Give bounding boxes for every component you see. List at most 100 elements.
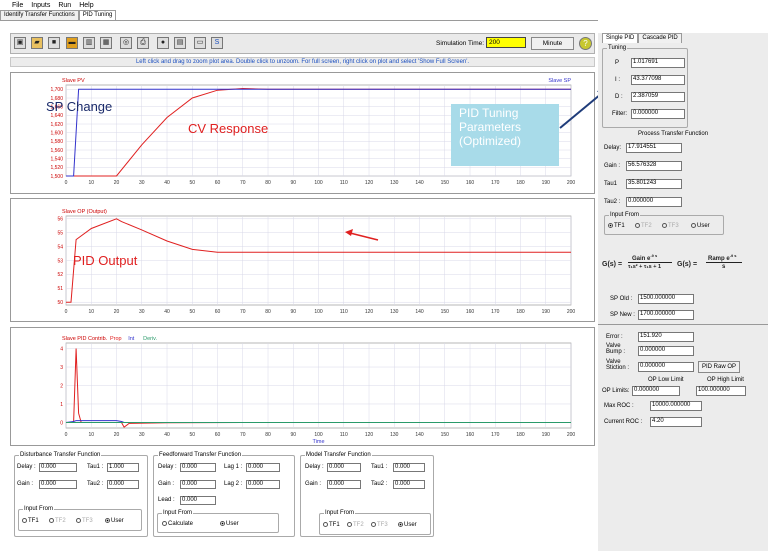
feedforward-lag1-field[interactable]: 0.000 (246, 463, 280, 472)
x-tick-label: 60 (215, 309, 221, 315)
x-tick-label: 150 (441, 309, 450, 315)
model-gain-label: Gain : (305, 481, 322, 487)
feedforward-input-from-label: Input From (162, 510, 194, 516)
feedforward-lead-field[interactable]: 0.000 (180, 496, 216, 505)
y-tick-label: 1,540 (50, 156, 63, 162)
tab-identify-transfer-functions[interactable]: Identify Transfer Functions (0, 10, 79, 20)
menu-run[interactable]: Run (58, 2, 71, 9)
feedforward-lead-label: Lead : (158, 497, 175, 503)
process-radio-tf2[interactable]: TF2 (635, 223, 652, 229)
disturbance-tau2-field[interactable]: 0.000 (107, 480, 139, 489)
radio-icon (691, 223, 696, 228)
x-tick-label: 0 (65, 309, 68, 315)
x-tick-label: 10 (88, 432, 94, 438)
op-high-limit-field[interactable]: 100.000000 (696, 386, 746, 396)
help-icon[interactable]: ? (579, 37, 592, 50)
radio-selected-icon (105, 518, 110, 523)
tab-pid-tuning[interactable]: PID Tuning (78, 10, 117, 20)
zoom-icon[interactable]: ◎ (120, 37, 132, 49)
x-tick-label: 50 (189, 180, 195, 186)
disturbance-tau1-field[interactable]: 1.000 (107, 463, 139, 472)
menu-help[interactable]: Help (79, 2, 93, 9)
p-field[interactable]: 1.017691 (631, 58, 685, 68)
model-tau2-field[interactable]: 0.000 (393, 480, 425, 489)
x-tick-label: 80 (265, 180, 271, 186)
chart-icon[interactable]: ▥ (83, 37, 95, 49)
minute-button[interactable]: Minute (531, 37, 574, 50)
disturbance-radio-tf2[interactable]: TF2 (49, 518, 66, 524)
sp-new-field[interactable]: 1700.000000 (638, 310, 694, 320)
error-field: 151.920 (638, 332, 694, 342)
tab-single-pid[interactable]: Single PID (602, 33, 639, 43)
disturbance-radio-tf1[interactable]: TF1 (22, 518, 39, 524)
feedforward-gain-label: Gain : (158, 481, 175, 487)
process-radio-user[interactable]: User (691, 223, 710, 229)
feedforward-radio-user[interactable]: User (220, 521, 239, 527)
model-radio-user[interactable]: User (398, 522, 417, 528)
max-roc-field[interactable]: 10000.000000 (650, 401, 702, 411)
x-tick-label: 100 (314, 180, 323, 186)
process-gain-field[interactable]: 56.576328 (626, 161, 682, 171)
chart-title: Slave OP (Output) (62, 209, 107, 215)
filter-field[interactable]: 0.000000 (631, 109, 685, 119)
disturbance-radio-user[interactable]: User (105, 518, 124, 524)
legend-deriv: Deriv. (143, 336, 157, 342)
y-tick-label: 54 (57, 244, 63, 250)
disturbance-group: Disturbance Transfer Function Delay : 0.… (14, 452, 148, 537)
feedforward-lag2-label: Lag 2 : (224, 481, 243, 487)
radio-icon (162, 521, 167, 526)
report-icon[interactable]: ▤ (174, 37, 186, 49)
process-tau2-field[interactable]: 0.000000 (626, 197, 682, 207)
slave-pid-contrib-plot[interactable]: 0 10 20 30 40 50 60 70 80 90 100 110 120 130 140 150 160… (10, 327, 595, 446)
instruction-bar: Left click and drag to zoom plot area. D… (10, 57, 595, 67)
x-tick-label: 60 (215, 180, 221, 186)
save-icon[interactable]: ■ (48, 37, 60, 49)
process-delay-field[interactable]: 17.914551 (626, 143, 682, 153)
save-as-icon[interactable]: ▬ (66, 37, 78, 49)
model-radio-tf3[interactable]: TF3 (371, 522, 388, 528)
x-tick-label: 120 (365, 432, 374, 438)
script-icon[interactable]: S (211, 37, 223, 49)
simulation-time-label: Simulation Time: (436, 40, 485, 47)
model-gain-field[interactable]: 0.000 (327, 480, 361, 489)
process-tau1-field[interactable]: 35.801243 (626, 179, 682, 189)
info-icon[interactable]: ● (157, 37, 169, 49)
print-icon[interactable]: ⎙ (137, 37, 149, 49)
process-radio-tf1[interactable]: TF1 (608, 223, 625, 229)
feedforward-gain-field[interactable]: 0.000 (180, 480, 216, 489)
tab-cascade-pid[interactable]: Cascade PID (638, 33, 682, 43)
disturbance-delay-field[interactable]: 0.000 (39, 463, 77, 472)
radio-icon (323, 522, 328, 527)
feedforward-lag2-field[interactable]: 0.000 (246, 480, 280, 489)
new-icon[interactable]: ▣ (14, 37, 26, 49)
op-limits-label: OP Limits: (602, 388, 630, 394)
menu-inputs[interactable]: Inputs (31, 2, 50, 9)
model-tau1-field[interactable]: 0.000 (393, 463, 425, 472)
valve-stiction-field[interactable]: 0.000000 (638, 362, 694, 372)
annotation-sp-change: SP Change (46, 99, 113, 114)
valve-bump-field[interactable]: 0.000000 (638, 346, 694, 356)
simulation-time-input[interactable]: 200 (486, 37, 526, 48)
disturbance-gain-field[interactable]: 0.000 (39, 480, 77, 489)
x-tick-label: 190 (542, 180, 551, 186)
process-radio-tf3[interactable]: TF3 (662, 223, 679, 229)
model-radio-tf2[interactable]: TF2 (347, 522, 364, 528)
d-field[interactable]: 2.387059 (631, 92, 685, 102)
model-delay-field[interactable]: 0.000 (327, 463, 361, 472)
disturbance-input-from: Input From TF1 TF2 TF3 User (18, 506, 142, 531)
feedforward-title: Feedforward Transfer Function (158, 452, 243, 458)
feedforward-radio-calculate[interactable]: Calculate (162, 521, 193, 527)
window-icon[interactable]: ▭ (194, 37, 206, 49)
open-folder-icon[interactable]: ▰ (31, 37, 43, 49)
x-tick-label: 20 (114, 432, 120, 438)
i-field[interactable]: 43.377098 (631, 75, 685, 85)
model-radio-tf1[interactable]: TF1 (323, 522, 340, 528)
disturbance-radio-tf3[interactable]: TF3 (76, 518, 93, 524)
sp-old-field[interactable]: 1500.000000 (638, 294, 694, 304)
pid-raw-op-button[interactable]: PID Raw OP (698, 361, 740, 373)
x-tick-label: 90 (290, 432, 296, 438)
grid-icon[interactable]: ▦ (100, 37, 112, 49)
menu-file[interactable]: File (12, 2, 23, 9)
feedforward-delay-field[interactable]: 0.000 (180, 463, 216, 472)
op-low-limit-field[interactable]: 0.000000 (632, 386, 680, 396)
